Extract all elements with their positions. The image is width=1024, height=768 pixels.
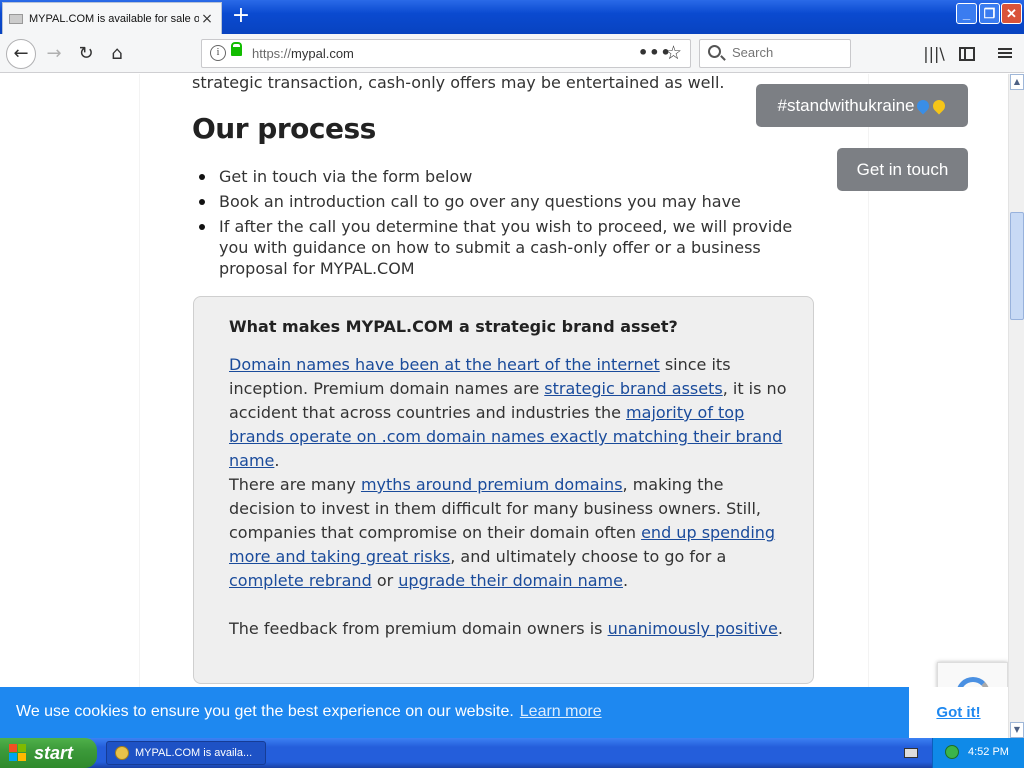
logo-quadrant (9, 753, 17, 761)
url-domain: mypal.com (291, 46, 354, 61)
cookie-accept-button[interactable]: Got it! (909, 687, 1008, 738)
card-title: What makes MYPAL.COM a strategic brand a… (229, 317, 678, 336)
paragraph-text: , and ultimately choose to go for a (450, 547, 727, 566)
process-step: Book an introduction call to go over any… (199, 191, 799, 212)
logo-quadrant (18, 744, 26, 752)
url-protocol: https:// (252, 46, 292, 61)
hamburger-menu-button[interactable] (993, 42, 1017, 66)
brand-asset-card: What makes MYPAL.COM a strategic brand a… (193, 296, 814, 684)
search-input[interactable] (732, 45, 842, 60)
upgrade-domain-link[interactable]: upgrade their domain name (398, 571, 623, 590)
process-step: If after the call you determine that you… (199, 216, 799, 279)
forward-button[interactable]: → (42, 42, 66, 66)
title-bar: MYPAL.COM is available for sale or × + _… (0, 0, 1024, 34)
site-favicon-icon (9, 13, 23, 24)
library-button[interactable]: |||\ (922, 42, 946, 66)
ukraine-button-label: #standwithukraine (777, 96, 915, 115)
process-step: Get in touch via the form below (199, 166, 799, 187)
paragraph-text: or (371, 571, 399, 590)
paragraph-text: . (777, 619, 783, 638)
intro-paragraph-tail: strategic transaction, cash-only offers … (192, 74, 725, 92)
unanimously-positive-link[interactable]: unanimously positive (608, 619, 778, 638)
url-text[interactable]: https://mypal.com (252, 46, 354, 61)
paragraph-text: . (622, 571, 629, 590)
network-icon[interactable] (945, 745, 959, 759)
clock[interactable]: 4:52 PM (968, 746, 1009, 758)
cookie-consent-bar: We use cookies to ensure you get the bes… (0, 687, 1008, 738)
cookie-message: We use cookies to ensure you get the bes… (16, 703, 602, 721)
info-icon[interactable]: i (210, 45, 226, 61)
paragraph-text: The feedback from premium domain owners … (229, 619, 608, 638)
tab-title: MYPAL.COM is available for sale or (29, 12, 199, 25)
logo-quadrant (18, 753, 26, 761)
paragraph-text: There are many (229, 475, 361, 494)
navigation-toolbar: ← → ↻ ⌂ i https://mypal.com ••• ☆ |||\ (0, 34, 1024, 73)
logo-quadrant (9, 744, 17, 752)
strategic-brand-assets-link[interactable]: strategic brand assets (544, 379, 722, 398)
bookmark-star-icon[interactable]: ☆ (665, 42, 682, 64)
minimize-button[interactable]: _ (956, 3, 977, 24)
complete-rebrand-link[interactable]: complete rebrand (229, 571, 372, 590)
taskbar-firefox-window[interactable]: MYPAL.COM is availa... (106, 741, 266, 765)
firefox-icon (115, 746, 129, 760)
heart-of-internet-link[interactable]: Domain names have been at the heart of t… (229, 355, 660, 374)
system-tray: 4:52 PM (932, 738, 1024, 768)
windows-logo-icon (9, 744, 27, 762)
myths-link[interactable]: myths around premium domains (361, 475, 623, 494)
vertical-scrollbar[interactable]: ▲ ▼ (1008, 74, 1024, 738)
home-button[interactable]: ⌂ (105, 42, 129, 66)
tab-close-button[interactable]: × (199, 11, 215, 27)
start-label: start (34, 743, 74, 763)
card-paragraph-2: There are many myths around premium doma… (229, 473, 789, 593)
start-button[interactable]: start (0, 738, 97, 768)
back-button[interactable]: ← (6, 39, 36, 69)
sidebar-icon (959, 47, 975, 61)
new-tab-button[interactable]: + (229, 5, 253, 29)
url-bar[interactable]: i https://mypal.com ••• ☆ (201, 39, 691, 68)
get-in-touch-button[interactable]: Get in touch (837, 148, 968, 191)
stand-with-ukraine-button[interactable]: #standwithukraine (756, 84, 968, 127)
task-label: MYPAL.COM is availa... (135, 747, 253, 759)
scroll-thumb[interactable] (1010, 212, 1024, 320)
blue-heart-icon (914, 97, 932, 115)
search-icon (708, 45, 721, 58)
process-heading: Our process (192, 112, 376, 145)
lock-icon (231, 42, 242, 56)
browser-tab[interactable]: MYPAL.COM is available for sale or × (2, 2, 222, 34)
search-box[interactable] (699, 39, 851, 68)
learn-more-link[interactable]: Learn more (520, 703, 602, 720)
scroll-down-arrow-icon[interactable]: ▼ (1010, 722, 1024, 738)
keyboard-icon[interactable] (904, 748, 918, 758)
window-close-button[interactable]: ✕ (1001, 3, 1022, 24)
hamburger-icon (998, 48, 1012, 50)
process-steps-list: Get in touch via the form below Book an … (199, 166, 799, 283)
reload-button[interactable]: ↻ (74, 42, 98, 66)
card-paragraph-3: The feedback from premium domain owners … (229, 617, 789, 641)
scroll-up-arrow-icon[interactable]: ▲ (1010, 74, 1024, 90)
taskbar: start MYPAL.COM is availa... 4:52 PM (0, 738, 1024, 768)
sidebar-toggle-button[interactable] (955, 42, 979, 66)
cookie-message-text: We use cookies to ensure you get the bes… (16, 703, 514, 720)
page-viewport: strategic transaction, cash-only offers … (0, 74, 1008, 738)
card-paragraph-1: Domain names have been at the heart of t… (229, 353, 789, 473)
paragraph-text: . (274, 451, 280, 470)
yellow-heart-icon (930, 97, 948, 115)
maximize-button[interactable]: ❐ (979, 3, 1000, 24)
